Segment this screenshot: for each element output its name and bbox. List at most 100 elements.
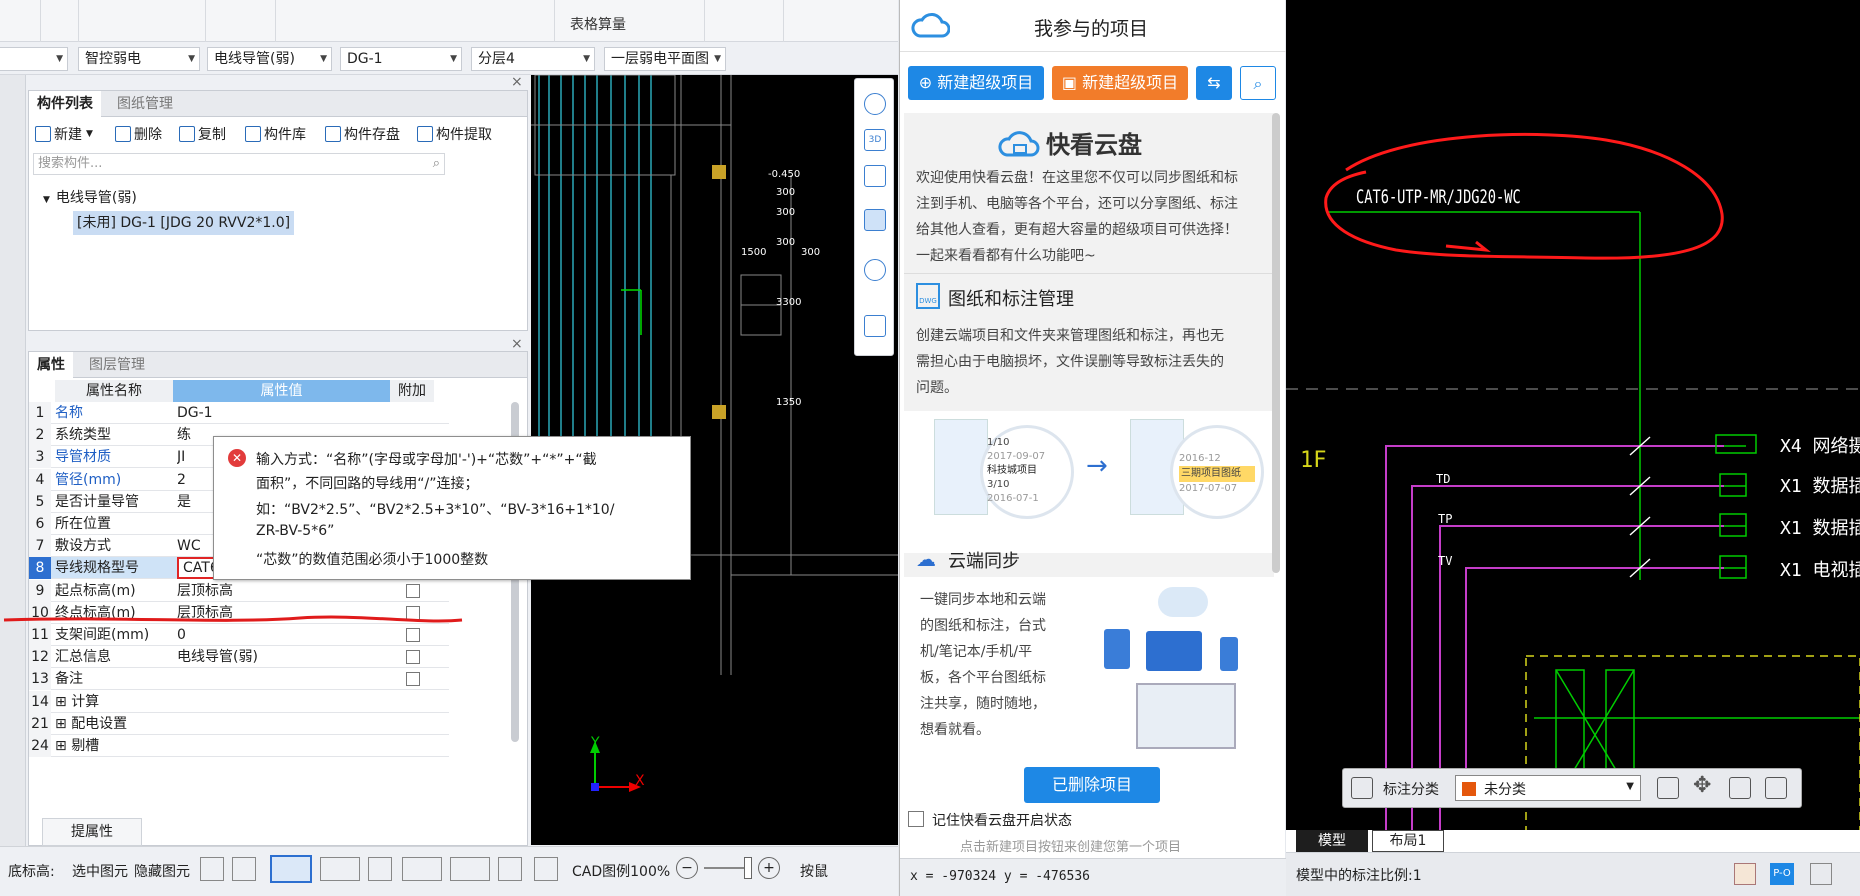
3d-view-icon[interactable]: 3D bbox=[864, 129, 886, 151]
dim-label: 300 bbox=[776, 207, 795, 218]
search-icon: ⌕ bbox=[432, 156, 440, 171]
property-row[interactable]: 21 ⊞ 配电设置 bbox=[29, 712, 449, 735]
tab-layer-management[interactable]: 图层管理 bbox=[81, 352, 153, 378]
ribbon-label[interactable]: 表格算量 bbox=[570, 14, 626, 34]
selector-drawing[interactable]: 一层弱电平面图 ▼ bbox=[604, 47, 726, 71]
expand-icon[interactable]: ⊞ bbox=[55, 694, 71, 710]
outlet-tag-tv: TV bbox=[1438, 554, 1453, 568]
window-icon[interactable] bbox=[1810, 863, 1832, 885]
property-row[interactable]: 12 汇总信息 电线导管(弱) bbox=[29, 646, 449, 669]
tab-properties[interactable]: 属性 bbox=[29, 352, 73, 378]
tab-drawing-management[interactable]: 图纸管理 bbox=[109, 91, 181, 117]
arc-icon[interactable] bbox=[534, 857, 558, 881]
property-row[interactable]: 24 ⊞ 剔槽 bbox=[29, 735, 449, 757]
expand-icon[interactable]: ⊞ bbox=[55, 738, 71, 754]
deleted-projects-button[interactable]: 已删除项目 bbox=[1024, 767, 1160, 803]
extract-property-button[interactable]: 提属性 bbox=[42, 818, 142, 846]
zoom-slider[interactable] bbox=[704, 867, 746, 869]
tree-node-dg1[interactable]: [未用] DG-1 [JDG 20 RVV2*1.0] bbox=[73, 211, 295, 235]
property-value[interactable]: 层顶标高 bbox=[177, 580, 389, 602]
layer-view-icon[interactable] bbox=[864, 315, 886, 337]
property-value[interactable]: 电线导管(弱) bbox=[177, 646, 389, 668]
extra-checkbox[interactable] bbox=[406, 672, 420, 687]
zoom-slider-thumb[interactable] bbox=[744, 857, 752, 879]
search-icon[interactable]: ⌕ bbox=[1240, 66, 1276, 100]
snap-icon[interactable] bbox=[498, 857, 522, 881]
copy-button[interactable]: 复制 bbox=[179, 123, 226, 145]
row-number: 6 bbox=[29, 513, 51, 535]
cad-canvas-right[interactable]: CAT6-UTP-MR/JDG20-WC 1F TD TP TV X4 网络摄 … bbox=[1286, 0, 1860, 852]
cloud-icon bbox=[911, 13, 950, 38]
orbit-icon[interactable] bbox=[864, 93, 886, 115]
copy-icon[interactable] bbox=[1729, 777, 1751, 799]
lock-icon[interactable] bbox=[1734, 863, 1756, 885]
property-row[interactable]: 13 备注 bbox=[29, 668, 449, 691]
save-component-button[interactable]: 构件存盘 bbox=[325, 123, 400, 145]
chevron-down-icon: ▼ bbox=[1626, 781, 1634, 792]
select-mode-icon[interactable] bbox=[270, 855, 312, 883]
property-name: 所在位置 bbox=[55, 516, 111, 532]
cloud-disk-panel: 我参与的项目 ⊕ 新建超级项目 ▣ 新建超级项目 ⇆ ⌕ 快看云盘 欢迎使用快看… bbox=[899, 0, 1286, 896]
wire-annotation[interactable]: CAT6-UTP-MR/JDG20-WC bbox=[1356, 186, 1521, 208]
cube-icon[interactable] bbox=[864, 165, 886, 187]
angle-icon[interactable] bbox=[402, 857, 442, 881]
property-name: 管径(mm) bbox=[55, 471, 122, 488]
extra-checkbox[interactable] bbox=[406, 583, 420, 598]
library-icon bbox=[245, 126, 261, 142]
extra-checkbox[interactable] bbox=[406, 650, 420, 665]
zoom-out-icon[interactable]: − bbox=[676, 857, 698, 879]
floor-label: 1F bbox=[1300, 448, 1327, 473]
property-value[interactable]: DG-1 bbox=[177, 402, 389, 424]
tool-icon[interactable] bbox=[200, 857, 224, 881]
sync-icon[interactable]: ⇆ bbox=[1196, 66, 1232, 100]
property-row[interactable]: 1 名称 DG-1 bbox=[29, 402, 449, 424]
status-elevation: 底标高: bbox=[8, 864, 55, 880]
cube-solid-icon[interactable] bbox=[864, 209, 886, 231]
selector-component[interactable]: DG-1 ▼ bbox=[340, 47, 462, 71]
tab-layout1[interactable]: 布局1 bbox=[1372, 830, 1444, 852]
new-super-project-button-2[interactable]: ▣ 新建超级项目 bbox=[1052, 66, 1188, 100]
expand-icon[interactable]: ⊞ bbox=[55, 716, 71, 732]
3d-box-icon[interactable] bbox=[320, 857, 360, 881]
property-row[interactable]: 9 起点标高(m) 层顶标高 bbox=[29, 579, 449, 602]
property-row[interactable]: 14 ⊞ 计算 bbox=[29, 690, 449, 713]
grid-icon[interactable] bbox=[1351, 777, 1373, 799]
dim-label: 1350 bbox=[776, 397, 801, 408]
new-button[interactable]: 新建 ▼ bbox=[35, 123, 93, 145]
move-icon[interactable]: ✥ bbox=[1693, 775, 1711, 797]
remember-label: 记住快看云盘开启状态 bbox=[932, 813, 1072, 829]
zoom-in-icon[interactable]: + bbox=[758, 857, 780, 879]
hide-element-button[interactable]: 隐藏图元 bbox=[134, 861, 190, 881]
selector-project[interactable]: ▼ bbox=[0, 47, 68, 71]
tool-icon[interactable] bbox=[232, 857, 256, 881]
cross-icon[interactable] bbox=[368, 857, 392, 881]
property-name: 名称 bbox=[55, 405, 83, 421]
tab-model[interactable]: 模型 bbox=[1296, 830, 1368, 852]
select-element-button[interactable]: 选中图元 bbox=[72, 861, 128, 881]
tree-node-parent[interactable]: ▼ 电线导管(弱) bbox=[43, 187, 137, 207]
selector-discipline[interactable]: 智控弱电 ▼ bbox=[78, 47, 200, 71]
extract-component-button[interactable]: 构件提取 bbox=[417, 123, 492, 145]
fit-label[interactable]: 按鼠 bbox=[800, 861, 828, 881]
edit-icon[interactable] bbox=[1657, 777, 1679, 799]
rotate-icon[interactable] bbox=[864, 259, 886, 281]
device-label: X1 数据插座 bbox=[1780, 476, 1860, 497]
delete-button[interactable]: 删除 bbox=[115, 123, 162, 145]
panel-scrollbar[interactable] bbox=[1272, 113, 1280, 573]
selector-layer[interactable]: 分层4 ▼ bbox=[471, 47, 595, 71]
polar-snap-icon[interactable]: P-O bbox=[1770, 863, 1794, 885]
property-name: 导线规格型号 bbox=[55, 560, 139, 577]
panel-title: 我参与的项目 bbox=[1034, 18, 1149, 40]
row-number: 21 bbox=[29, 712, 51, 735]
selector-type[interactable]: 电线导管(弱) ▼ bbox=[207, 47, 332, 71]
component-search-input[interactable]: 搜索构件... ⌕ bbox=[33, 153, 445, 175]
tab-component-list[interactable]: 构件列表 bbox=[29, 91, 101, 117]
library-button[interactable]: 构件库 bbox=[245, 123, 306, 145]
offset-icon[interactable] bbox=[450, 857, 490, 881]
annot-category-select[interactable]: 未分类 ▼ bbox=[1455, 775, 1641, 801]
new-super-project-button[interactable]: ⊕ 新建超级项目 bbox=[908, 66, 1044, 100]
device-label: X1 电视插座 bbox=[1780, 560, 1860, 581]
paste-icon[interactable] bbox=[1765, 777, 1787, 799]
remember-checkbox[interactable] bbox=[908, 811, 924, 827]
cad-drawing-right bbox=[1286, 132, 1860, 852]
